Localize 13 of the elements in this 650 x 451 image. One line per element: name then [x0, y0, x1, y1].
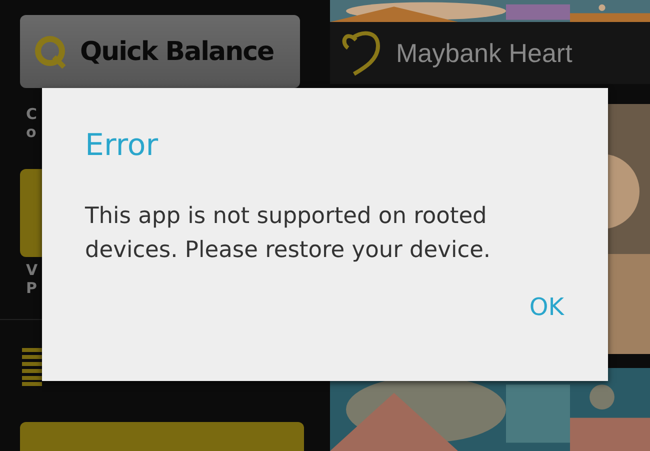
- tile-caption: V: [25, 261, 39, 279]
- dialog-title: Error: [85, 128, 160, 163]
- ok-button[interactable]: OK: [523, 289, 570, 325]
- maybank-heart-tile[interactable]: Maybank Heart: [330, 22, 650, 84]
- error-message: This app is not supported on rooted devices. Please restore your device.: [85, 202, 492, 265]
- q-logo-icon: [34, 34, 68, 68]
- tile-button[interactable]: [20, 169, 42, 257]
- quick-balance-button[interactable]: Quick Balance: [20, 15, 300, 88]
- tile-button[interactable]: [20, 422, 304, 451]
- tile-caption: C: [25, 105, 38, 123]
- tile-caption: P: [25, 279, 38, 297]
- tile-caption: o: [25, 123, 38, 141]
- list-icon: [22, 348, 42, 386]
